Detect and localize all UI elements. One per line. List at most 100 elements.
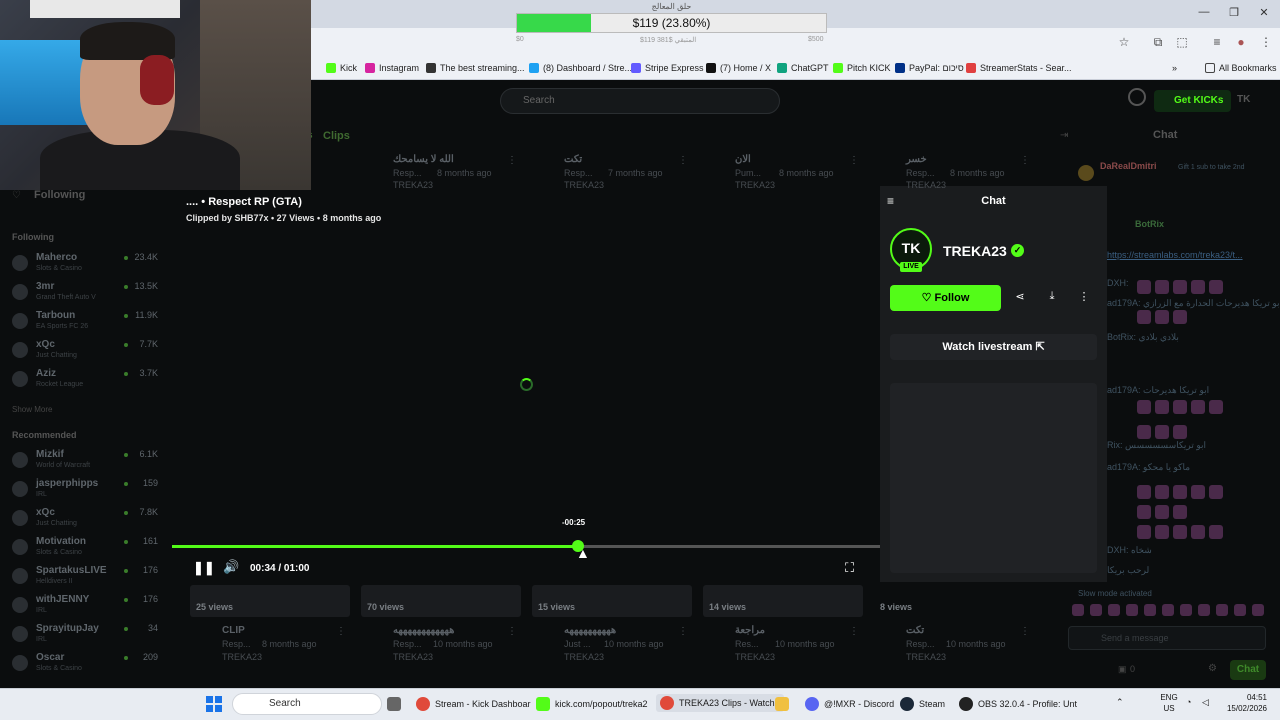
sidebar-channel-name[interactable]: jasperphipps bbox=[36, 478, 98, 489]
emote-icon[interactable] bbox=[1126, 604, 1138, 616]
screenshot-icon[interactable]: ⧉ bbox=[1150, 35, 1166, 50]
avatar[interactable] bbox=[12, 371, 28, 387]
taskbar-item[interactable]: kick.com/popout/treka2 bbox=[536, 697, 648, 711]
clip-more-icon[interactable]: ⋮ bbox=[678, 155, 688, 166]
emote-icon[interactable] bbox=[1108, 604, 1120, 616]
close-icon[interactable]: ✕ bbox=[1256, 6, 1272, 19]
sidebar-channel-name[interactable]: withJENNY bbox=[36, 594, 89, 605]
avatar[interactable] bbox=[12, 284, 28, 300]
clip-title[interactable]: ههههههههههه bbox=[564, 625, 616, 636]
clip-thumbnail[interactable] bbox=[361, 585, 521, 617]
video-progress-bar[interactable] bbox=[172, 545, 880, 548]
all-bookmarks[interactable]: All Bookmarks bbox=[1205, 60, 1277, 76]
more-bookmarks-icon[interactable]: » bbox=[1172, 60, 1177, 76]
profile-avatar-icon[interactable]: ● bbox=[1233, 35, 1249, 49]
clip-title[interactable]: ههههههههههههه bbox=[393, 625, 454, 636]
language-indicator[interactable]: ENG US bbox=[1159, 692, 1179, 714]
clip-title[interactable]: الله لا يسامحك bbox=[393, 154, 454, 165]
emote-icon[interactable] bbox=[1090, 604, 1102, 616]
sidebar-following-link[interactable]: Following bbox=[34, 189, 85, 201]
windows-start-icon[interactable] bbox=[206, 696, 222, 712]
sidebar-channel-name[interactable]: SpartakusLIVE bbox=[36, 565, 107, 576]
sidebar-channel-name[interactable]: Maherco bbox=[36, 252, 77, 263]
sidebar-channel-name[interactable]: xQc bbox=[36, 507, 55, 518]
volume-icon[interactable]: 🔊 bbox=[223, 559, 239, 575]
channel-name[interactable]: TREKA23 bbox=[943, 243, 1007, 259]
clip-thumbnail[interactable] bbox=[703, 585, 863, 617]
get-kicks-button[interactable]: Get KICKs bbox=[1154, 90, 1232, 112]
clip-title[interactable]: تكت bbox=[906, 625, 924, 636]
wifi-icon[interactable]: ◔ bbox=[1186, 697, 1191, 707]
gift-icon[interactable]: ▣ bbox=[1118, 664, 1127, 675]
bookmark-streamerstats[interactable]: StreamerStats - Sear... bbox=[966, 60, 1072, 76]
clip-title[interactable]: الان bbox=[735, 154, 751, 165]
search-input[interactable]: Search bbox=[500, 88, 780, 114]
clip-more-icon[interactable]: ⋮ bbox=[507, 626, 517, 637]
chat-link[interactable]: https://streamlabs.com/treka23/t... bbox=[1107, 250, 1243, 260]
clip-title[interactable]: مراجعة bbox=[735, 625, 765, 636]
bookmark-stripe[interactable]: Stripe Express bbox=[631, 60, 704, 76]
emote-icon[interactable] bbox=[1252, 604, 1264, 616]
sidebar-channel-name[interactable]: 3mr bbox=[36, 281, 54, 292]
sidebar-channel-name[interactable]: Mizkif bbox=[36, 449, 64, 460]
avatar[interactable] bbox=[12, 255, 28, 271]
emote-icon[interactable] bbox=[1216, 604, 1228, 616]
taskbar-explorer[interactable] bbox=[775, 697, 789, 711]
clip-title[interactable]: خسر bbox=[906, 154, 927, 165]
fullscreen-icon[interactable]: ⛶ bbox=[845, 560, 854, 576]
taskbar-item[interactable]: Steam bbox=[900, 697, 945, 711]
collapse-chat-icon[interactable]: ⇥ bbox=[1060, 130, 1068, 141]
taskbar-item[interactable]: @!MXR - Discord bbox=[805, 697, 894, 711]
taskbar-item[interactable]: OBS 32.0.4 - Profile: Unt bbox=[959, 697, 1077, 711]
avatar[interactable] bbox=[12, 510, 28, 526]
avatar[interactable] bbox=[12, 597, 28, 613]
speaker-icon[interactable]: ◁ bbox=[1202, 697, 1209, 708]
extensions-icon[interactable]: ⬚ bbox=[1174, 35, 1190, 49]
bookmark-paypal[interactable]: PayPal: סיכום bbox=[895, 60, 964, 76]
avatar[interactable] bbox=[12, 342, 28, 358]
clip-more-icon[interactable]: ⋮ bbox=[678, 626, 688, 637]
chat-message-input[interactable]: Send a message bbox=[1068, 626, 1266, 650]
settings-icon[interactable]: ⚙ bbox=[1208, 663, 1217, 674]
sidebar-channel-name[interactable]: Oscar bbox=[36, 652, 64, 663]
bookmark-streaming[interactable]: The best streaming... bbox=[426, 60, 525, 76]
clip-more-icon[interactable]: ⋮ bbox=[507, 155, 517, 166]
clock[interactable]: 04:51 15/02/2026 bbox=[1215, 692, 1267, 714]
bookmark-pitch-kick[interactable]: Pitch KICK bbox=[833, 60, 891, 76]
clip-more-icon[interactable]: ⋮ bbox=[1020, 155, 1030, 166]
clip-more-icon[interactable]: ⋮ bbox=[849, 155, 859, 166]
clip-title[interactable]: تكت bbox=[564, 154, 582, 165]
pause-icon[interactable]: ❚❚ bbox=[193, 560, 215, 576]
more-options-icon[interactable]: ⋮ bbox=[1074, 290, 1094, 303]
sidebar-channel-name[interactable]: SprayitupJay bbox=[36, 623, 99, 634]
restore-icon[interactable]: ❐ bbox=[1226, 6, 1242, 19]
avatar[interactable] bbox=[12, 568, 28, 584]
taskbar-search[interactable]: Search bbox=[232, 693, 382, 715]
avatar[interactable] bbox=[12, 452, 28, 468]
download-icon[interactable]: ⤓ bbox=[1042, 290, 1062, 303]
minimize-icon[interactable]: — bbox=[1196, 6, 1212, 18]
bookmark-chatgpt[interactable]: ChatGPT bbox=[777, 60, 829, 76]
chat-send-button[interactable]: Chat bbox=[1230, 660, 1266, 680]
taskbar-item-active[interactable]: TREKA23 Clips - Watch I bbox=[656, 694, 784, 712]
taskbar-app-icon[interactable] bbox=[387, 697, 401, 711]
show-more-link[interactable]: Show More bbox=[12, 405, 52, 414]
tray-chevron-icon[interactable]: ⌃ bbox=[1116, 697, 1124, 708]
emote-icon[interactable] bbox=[1162, 604, 1174, 616]
emote-icon[interactable] bbox=[1180, 604, 1192, 616]
follow-button[interactable]: ♡ Follow bbox=[890, 285, 1001, 311]
clip-thumbnail[interactable] bbox=[532, 585, 692, 617]
bookmark-instagram[interactable]: Instagram bbox=[365, 60, 419, 76]
menu-icon[interactable]: ⋮ bbox=[1258, 35, 1274, 49]
sidebar-channel-name[interactable]: Tarboun bbox=[36, 310, 75, 321]
emote-icon[interactable] bbox=[1072, 604, 1084, 616]
sidebar-channel-name[interactable]: xQc bbox=[36, 339, 55, 350]
avatar[interactable] bbox=[12, 539, 28, 555]
bookmark-x[interactable]: (7) Home / X bbox=[706, 60, 771, 76]
avatar[interactable] bbox=[12, 313, 28, 329]
bookmark-kick[interactable]: Kick bbox=[326, 60, 357, 76]
avatar[interactable] bbox=[12, 481, 28, 497]
sidebar-channel-name[interactable]: Motivation bbox=[36, 536, 86, 547]
watch-livestream-button[interactable]: Watch livestream ⇱ bbox=[890, 334, 1097, 360]
media-icon[interactable]: ≡ bbox=[1209, 35, 1225, 49]
